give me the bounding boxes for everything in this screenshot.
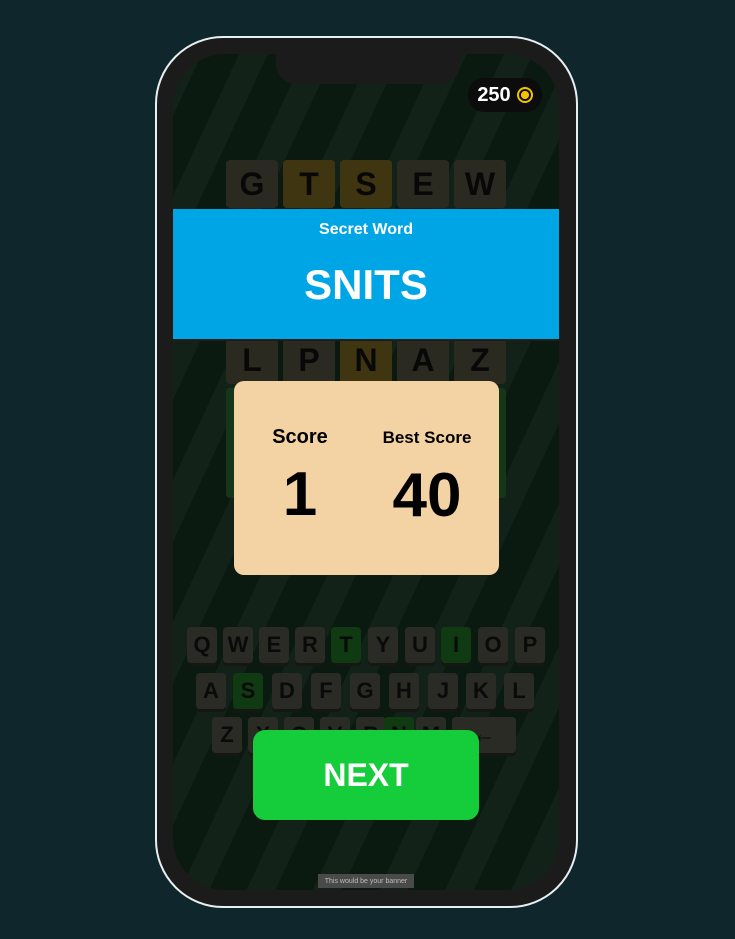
best-score-value: 40 (392, 461, 462, 530)
board-tile: W (454, 160, 506, 208)
key-p[interactable]: P (515, 627, 545, 663)
key-h[interactable]: H (389, 673, 419, 709)
board-tile: T (283, 160, 335, 208)
key-y[interactable]: Y (368, 627, 398, 663)
phone-notch (276, 54, 460, 84)
board-tile: A (397, 336, 449, 384)
board-tile: S (340, 160, 392, 208)
coin-counter: 250 (468, 78, 542, 112)
board-tile: E (397, 160, 449, 208)
secret-word-banner: Secret Word SNITS (173, 209, 559, 341)
key-d[interactable]: D (272, 673, 302, 709)
key-l[interactable]: L (504, 673, 534, 709)
score-label: Score (272, 426, 328, 448)
key-o[interactable]: O (478, 627, 508, 663)
board-tile: Z (454, 336, 506, 384)
best-score-column: Best Score 40 (367, 426, 487, 531)
key-t[interactable]: T (331, 627, 361, 663)
coin-icon (516, 87, 533, 103)
board-tile: L (226, 336, 278, 384)
score-card: Score 1 Best Score 40 (234, 381, 499, 575)
score-value: 1 (282, 460, 318, 529)
key-z[interactable]: Z (212, 717, 242, 753)
key-j[interactable]: J (428, 673, 458, 709)
key-s[interactable]: S (233, 673, 263, 709)
key-g[interactable]: G (350, 673, 380, 709)
ad-banner[interactable]: This would be your banner (318, 874, 414, 888)
secret-word: SNITS (304, 261, 428, 308)
key-u[interactable]: U (405, 627, 435, 663)
key-a[interactable]: A (196, 673, 226, 709)
key-i[interactable]: I (441, 627, 471, 663)
key-f[interactable]: F (311, 673, 341, 709)
key-q[interactable]: Q (187, 627, 217, 663)
next-button[interactable]: NEXT (253, 730, 479, 820)
key-k[interactable]: K (466, 673, 496, 709)
key-e[interactable]: E (259, 627, 289, 663)
coin-count: 250 (477, 83, 511, 106)
score-column: Score 1 (240, 426, 360, 530)
secret-word-label: Secret Word (319, 221, 413, 238)
key-w[interactable]: W (223, 627, 253, 663)
board-tile: G (226, 160, 278, 208)
best-score-label: Best Score (382, 428, 472, 447)
board-tile: P (283, 336, 335, 384)
key-r[interactable]: R (295, 627, 325, 663)
board-tile: N (340, 336, 392, 384)
